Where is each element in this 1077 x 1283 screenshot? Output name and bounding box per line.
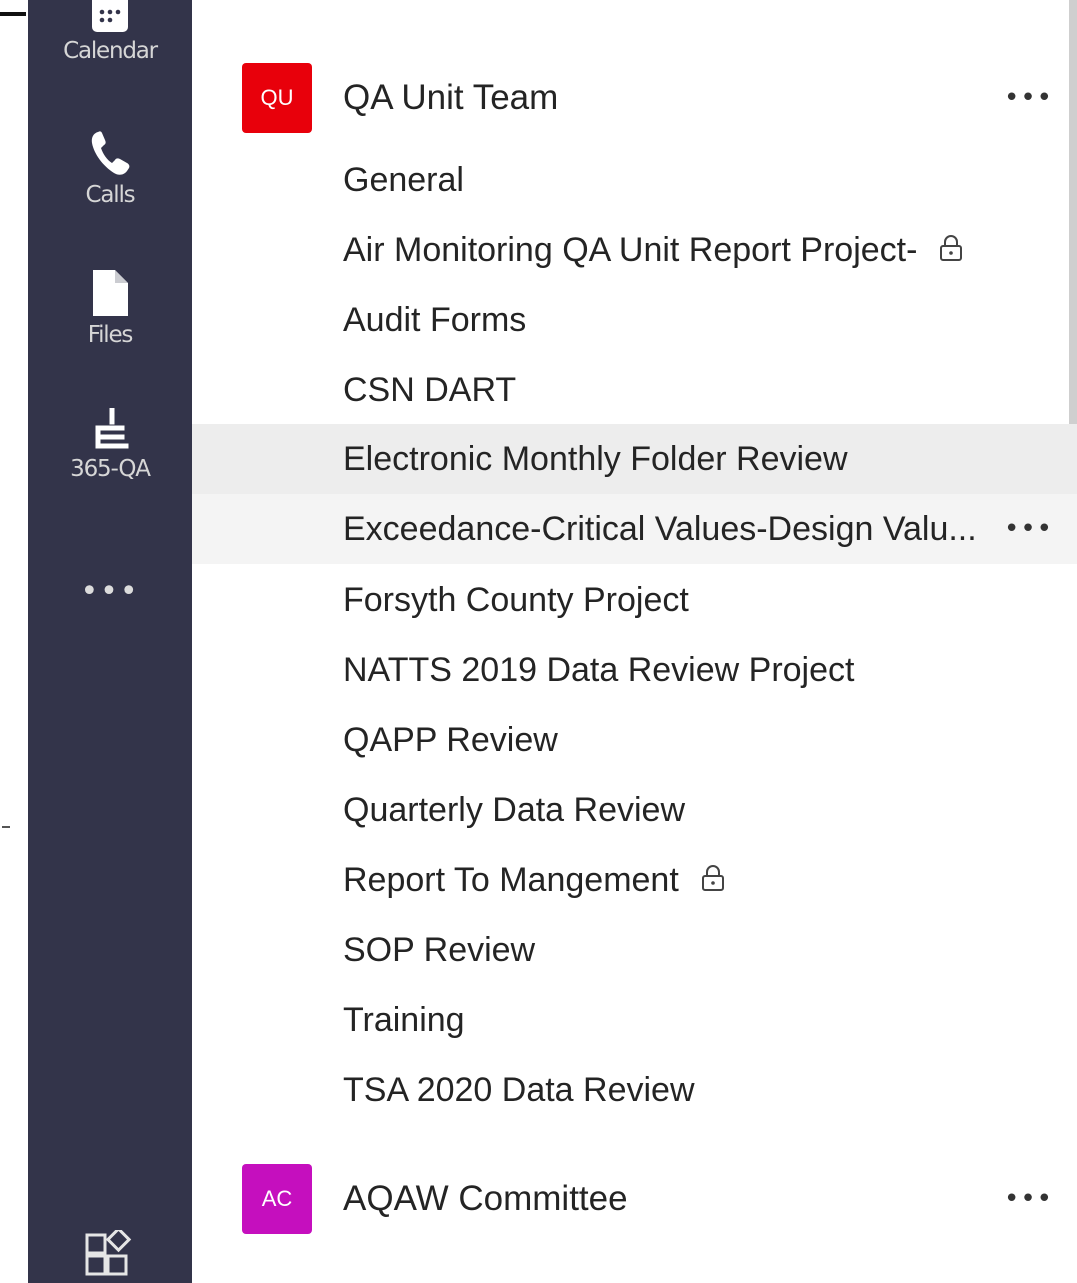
channel-name-text: Report To Mangement (343, 861, 679, 899)
team-more-options-button[interactable]: ••• (1004, 63, 1053, 133)
team-header-qa-unit-team[interactable]: QU QA Unit Team ••• (192, 63, 1069, 133)
channel-name: Exceedance-Critical Values-Design Valu..… (343, 510, 977, 548)
app-bar-item-label: Calendar (63, 38, 158, 64)
app-bar-item-calls[interactable]: Calls (28, 128, 192, 208)
channel-name: Forsyth County Project (343, 581, 689, 619)
channel-item[interactable]: TSA 2020 Data Review (192, 1055, 1077, 1125)
team-avatar: AC (242, 1164, 312, 1234)
app-bar-item-calendar[interactable]: Calendar (28, 0, 192, 64)
app-bar-item-files[interactable]: Files (28, 268, 192, 348)
channel-name: Air Monitoring QA Unit Report Project- (343, 215, 963, 285)
left-edge (0, 0, 28, 1283)
app-bar-item-label: Calls (85, 182, 136, 208)
channel-name: QAPP Review (343, 721, 558, 759)
team-name: AQAW Committee (343, 1179, 628, 1218)
channel-item[interactable]: Forsyth County Project (192, 565, 1077, 635)
channel-item[interactable]: QAPP Review (192, 705, 1077, 775)
app-bar-item-label: Files (87, 322, 134, 348)
more-apps-button[interactable]: ••• (28, 574, 192, 609)
app-bar-item-365-qa[interactable]: 365-QA (28, 408, 192, 482)
app-bar-item-label: 365-QA (70, 456, 151, 482)
file-icon (93, 270, 128, 316)
channel-name: General (343, 161, 464, 199)
channel-item[interactable]: General (192, 145, 1077, 215)
edge-mark (2, 826, 10, 828)
calendar-icon (92, 0, 128, 32)
channel-name: Audit Forms (343, 301, 527, 339)
channel-name: CSN DART (343, 371, 517, 409)
channel-name: Training (343, 1001, 465, 1039)
channel-name: Quarterly Data Review (343, 791, 686, 829)
team-header-aqaw-committee[interactable]: AC AQAW Committee ••• (192, 1164, 1069, 1234)
channel-item[interactable]: Training (192, 985, 1077, 1055)
edge-mark (0, 12, 26, 16)
app-bar: Calendar Calls Files 365-QA ••• (28, 0, 192, 1283)
channel-name: Electronic Monthly Folder Review (343, 440, 848, 478)
phone-icon (91, 131, 130, 175)
app-365qa-icon (95, 408, 129, 449)
team-avatar: QU (242, 63, 312, 133)
apps-store-icon (85, 1226, 132, 1276)
lock-icon (701, 865, 724, 892)
channel-item-hovered[interactable]: Exceedance-Critical Values-Design Valu..… (192, 494, 1077, 564)
channel-item[interactable]: NATTS 2019 Data Review Project (192, 635, 1077, 705)
channel-name: Report To Mangement (343, 845, 725, 915)
channel-item-selected[interactable]: Electronic Monthly Folder Review (192, 424, 1077, 494)
channel-item[interactable]: CSN DART (192, 355, 1077, 425)
channel-name: TSA 2020 Data Review (343, 1071, 695, 1109)
channel-name-text: Air Monitoring QA Unit Report Project- (343, 231, 918, 269)
channel-name: NATTS 2019 Data Review Project (343, 651, 855, 689)
team-name: QA Unit Team (343, 78, 559, 117)
channel-item[interactable]: Audit Forms (192, 285, 1077, 355)
apps-store-button[interactable] (84, 1226, 132, 1282)
lock-icon (940, 235, 963, 262)
channel-name: SOP Review (343, 931, 536, 969)
channel-item[interactable]: Air Monitoring QA Unit Report Project- (192, 215, 1077, 285)
channel-item[interactable]: Report To Mangement (192, 845, 1077, 915)
channel-item[interactable]: SOP Review (192, 915, 1077, 985)
team-more-options-button[interactable]: ••• (1004, 1164, 1053, 1234)
channel-more-options-button[interactable]: ••• (1004, 494, 1053, 564)
channel-item[interactable]: Quarterly Data Review (192, 775, 1077, 845)
